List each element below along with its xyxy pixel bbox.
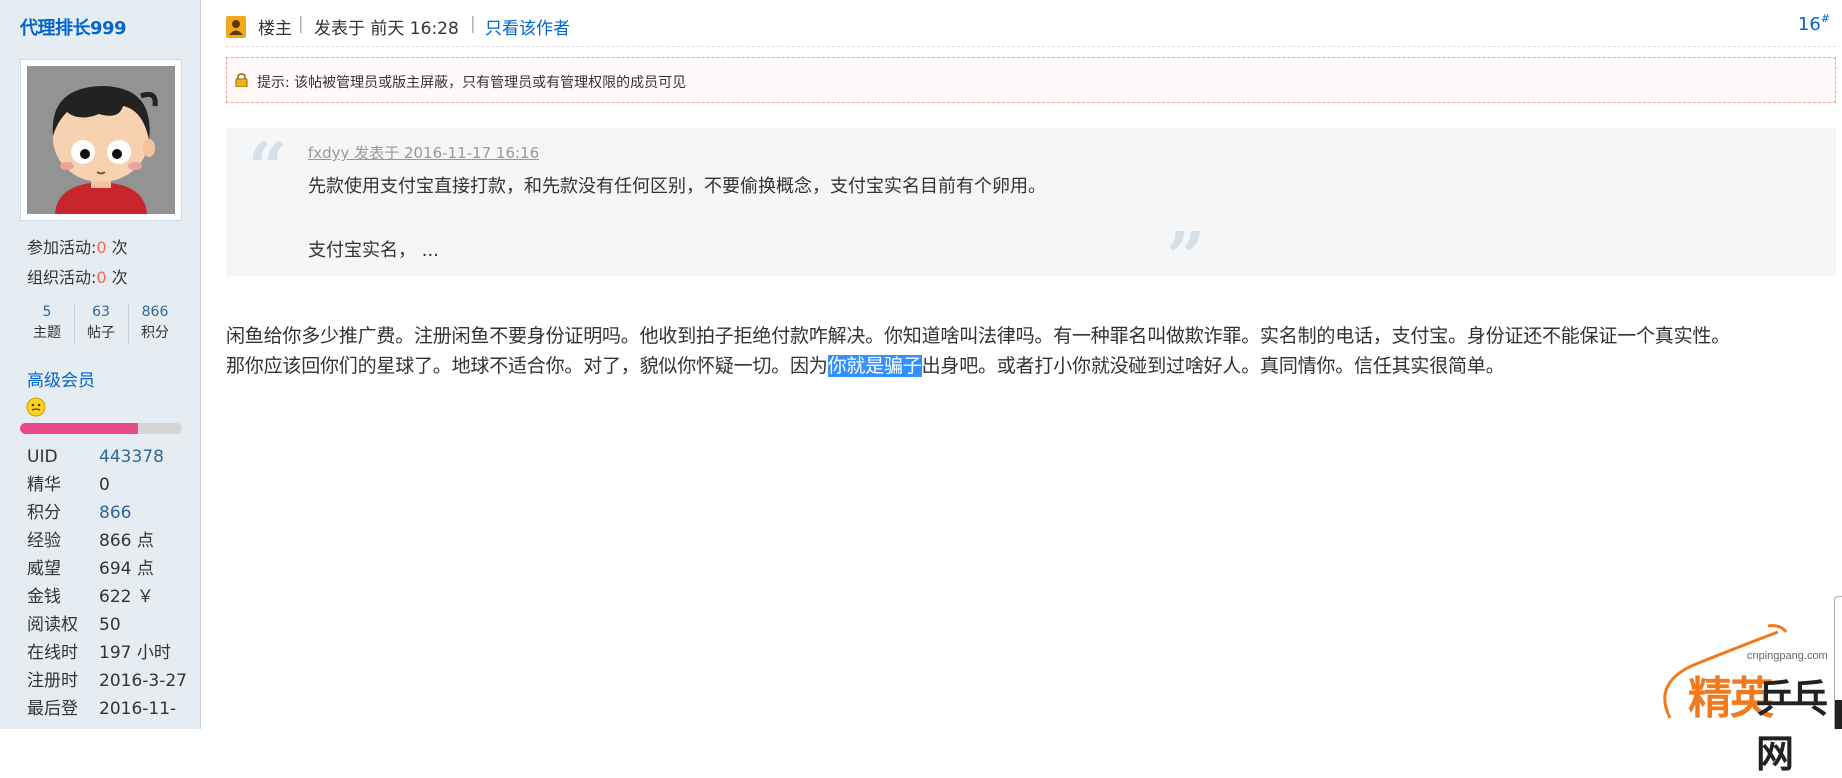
quote-text-line: 支付宝实名， ... — [308, 240, 439, 261]
info-value[interactable]: 443378 — [99, 443, 164, 471]
info-key: 经验 — [27, 531, 61, 551]
notice-text: 提示: 该帖被管理员或版主屏蔽，只有管理员或有管理权限的成员可见 — [257, 75, 687, 91]
activity-unit: 次 — [106, 238, 128, 257]
info-value: 2016-11- — [99, 699, 177, 719]
stat-label: 积分 — [141, 325, 169, 341]
credit-progress-bar — [20, 423, 182, 434]
post-body-line: 闲鱼给你多少推广费。注册闲鱼不要身份证明吗。他收到拍子拒绝付款咋解决。你知道啥叫… — [226, 325, 1731, 347]
info-value: 866 点 — [99, 531, 154, 551]
body-text: 那你应该回你们的星球了。地球不适合你。对了，貌似你怀疑一切。因为 — [226, 355, 828, 377]
info-value: 622 ￥ — [99, 587, 154, 607]
quote-source-link[interactable]: fxdyy 发表于 2016-11-17 16:16 — [308, 142, 539, 163]
info-key: 精华 — [27, 475, 61, 495]
activity-count[interactable]: 0 — [96, 238, 106, 257]
stat-label: 帖子 — [87, 325, 115, 341]
quote-block: “ ” fxdyy 发表于 2016-11-17 16:16 先款使用支付宝直接… — [226, 128, 1836, 298]
quote-open-mark: “ — [248, 128, 288, 208]
body-text: 出身吧。或者打小你就没碰到过啥好人。真同情你。信任其实很简单。 — [921, 355, 1505, 377]
activity-label: 组织活动: — [27, 268, 97, 287]
site-watermark: cnpingpang.com 精英 乒乓网 — [1656, 622, 1842, 776]
info-key: 注册时 — [27, 671, 78, 691]
only-author-link[interactable]: 只看该作者 — [485, 14, 570, 39]
smiley-icon — [26, 397, 46, 417]
activity-label: 参加活动: — [27, 238, 97, 257]
info-key: 威望 — [27, 559, 61, 579]
stat-value: 5 — [42, 304, 52, 320]
info-key: 金钱 — [27, 587, 61, 607]
blocked-notice: 提示: 该帖被管理员或版主屏蔽，只有管理员或有管理权限的成员可见 — [226, 57, 1836, 103]
watermark-text: 乒乓网 — [1756, 677, 1828, 776]
info-value: 0 — [99, 475, 110, 495]
header-divider: | — [470, 14, 476, 34]
floor-suffix: # — [1820, 12, 1830, 25]
post-timestamp: 发表于 前天 16:28 — [314, 19, 459, 39]
info-value[interactable]: 866 — [99, 499, 131, 527]
post-body-line: 那你应该回你们的星球了。地球不适合你。对了，貌似你怀疑一切。因为你就是骗子出身吧… — [226, 351, 1505, 378]
stat-credits[interactable]: 866 积分 — [128, 302, 182, 344]
watermark-site: cnpingpang.com — [1747, 650, 1828, 662]
organized-activities: 组织活动:0 次 — [27, 264, 128, 288]
selected-text[interactable]: 你就是骗子 — [827, 355, 922, 377]
info-key: 阅读权 — [27, 615, 78, 635]
credit-progress-fill — [20, 423, 139, 434]
activity-count[interactable]: 0 — [96, 268, 106, 287]
thread-starter-icon — [226, 16, 246, 38]
info-key: 在线时 — [27, 643, 78, 663]
floor-number: 16 — [1797, 14, 1821, 35]
stat-value: 866 — [141, 304, 169, 320]
info-key: UID — [27, 447, 58, 467]
header-divider-line — [226, 46, 1836, 47]
author-username[interactable]: 代理排长999 — [20, 14, 127, 40]
joined-activities: 参加活动:0 次 — [27, 234, 128, 258]
thread-starter-label: 楼主 — [258, 19, 292, 39]
quote-close-mark: ” — [1166, 218, 1206, 298]
activity-unit: 次 — [106, 268, 128, 287]
avatar-image — [27, 66, 175, 214]
author-avatar[interactable] — [20, 59, 182, 221]
info-key: 最后登 — [27, 699, 78, 719]
stat-label: 主题 — [33, 325, 61, 341]
lock-icon — [235, 73, 248, 87]
post-header: 楼主 | 发表于 前天 16:28 | 只看该作者 16# — [226, 0, 1836, 50]
info-value: 50 — [99, 615, 121, 635]
info-value: 694 点 — [99, 559, 154, 579]
side-panel-tab[interactable] — [1834, 596, 1842, 729]
usergroup-link[interactable]: 高级会员 — [27, 366, 95, 391]
stat-value: 63 — [92, 304, 110, 320]
info-value: 197 小时 — [99, 643, 171, 663]
floor-number-link[interactable]: 16# — [1797, 12, 1830, 35]
info-value: 2016-3-27 — [99, 671, 187, 691]
stat-threads[interactable]: 5 主题 — [20, 302, 74, 344]
author-sidebar: 代理排长999 参加活动:0 次 组织活动:0 次 5 主题 63 帖子 866… — [0, 0, 201, 729]
quote-text-line: 先款使用支付宝直接打款，和先款没有任何区别，不要偷换概念，支付宝实名目前有个卵用… — [308, 176, 1046, 197]
header-divider: | — [298, 14, 304, 34]
author-stats: 5 主题 63 帖子 866 积分 — [20, 302, 182, 346]
info-key: 积分 — [27, 503, 61, 523]
stat-posts[interactable]: 63 帖子 — [74, 302, 128, 344]
